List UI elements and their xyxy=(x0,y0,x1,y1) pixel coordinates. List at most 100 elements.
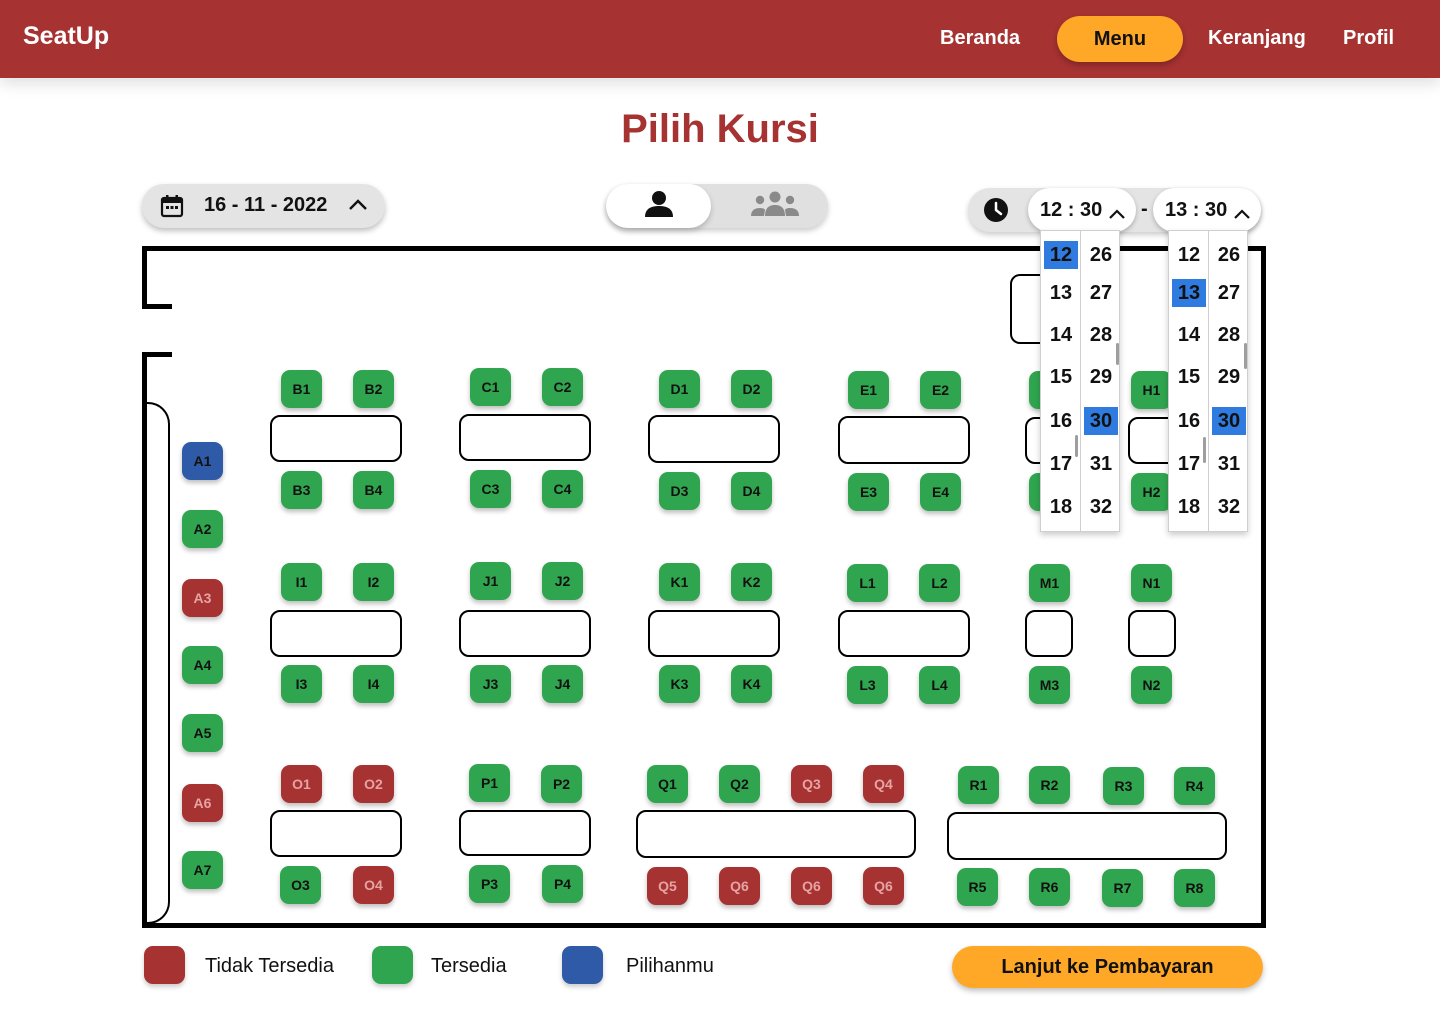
seat-m3[interactable]: M3 xyxy=(1029,666,1070,704)
seat-h1[interactable]: H1 xyxy=(1131,371,1172,409)
minute-option[interactable]: 32 xyxy=(1212,493,1246,521)
hour-option[interactable]: 14 xyxy=(1172,321,1206,349)
hour-option[interactable]: 16 xyxy=(1172,407,1206,435)
seat-j2[interactable]: J2 xyxy=(542,562,583,600)
nav-menu[interactable]: Menu xyxy=(1057,16,1183,62)
hour-option[interactable]: 18 xyxy=(1172,493,1206,521)
seat-e4[interactable]: E4 xyxy=(920,473,961,511)
seat-a6[interactable]: A6 xyxy=(182,784,223,822)
seat-l1[interactable]: L1 xyxy=(847,564,888,602)
seat-a5[interactable]: A5 xyxy=(182,714,223,752)
seat-d4[interactable]: D4 xyxy=(731,472,772,510)
start-time-dropdown[interactable]: 12 13 14 15 16 17 18 26 27 28 29 30 31 32 xyxy=(1040,230,1120,532)
seat-p2[interactable]: P2 xyxy=(541,765,582,803)
nav-profil[interactable]: Profil xyxy=(1343,27,1394,50)
seat-q2[interactable]: Q2 xyxy=(719,765,760,803)
seat-c3[interactable]: C3 xyxy=(470,470,511,508)
minute-option[interactable]: 30 xyxy=(1212,407,1246,435)
hour-column[interactable]: 12 13 14 15 16 17 18 xyxy=(1041,231,1081,531)
seat-m1[interactable]: M1 xyxy=(1029,564,1070,602)
seat-e1[interactable]: E1 xyxy=(848,371,889,409)
hour-option[interactable]: 13 xyxy=(1044,279,1078,307)
seat-a7[interactable]: A7 xyxy=(182,851,223,889)
minute-option[interactable]: 27 xyxy=(1212,279,1246,307)
minute-option[interactable]: 26 xyxy=(1212,241,1246,269)
seat-p3[interactable]: P3 xyxy=(469,865,510,903)
continue-to-payment-button[interactable]: Lanjut ke Pembayaran xyxy=(952,946,1263,988)
seat-l2[interactable]: L2 xyxy=(919,564,960,602)
minute-option[interactable]: 30 xyxy=(1084,407,1118,435)
seat-l3[interactable]: L3 xyxy=(847,666,888,704)
seat-a2[interactable]: A2 xyxy=(182,510,223,548)
seat-k3[interactable]: K3 xyxy=(659,665,700,703)
hour-option[interactable]: 16 xyxy=(1044,407,1078,435)
seat-i2[interactable]: I2 xyxy=(353,563,394,601)
seat-r8[interactable]: R8 xyxy=(1174,869,1215,907)
seat-l4[interactable]: L4 xyxy=(919,666,960,704)
seat-k4[interactable]: K4 xyxy=(731,665,772,703)
seat-r7[interactable]: R7 xyxy=(1102,869,1143,907)
seat-n2[interactable]: N2 xyxy=(1131,666,1172,704)
scrollbar[interactable] xyxy=(1075,435,1078,457)
seat-o2[interactable]: O2 xyxy=(353,765,394,803)
seat-e2[interactable]: E2 xyxy=(920,371,961,409)
hour-option[interactable]: 18 xyxy=(1044,493,1078,521)
end-time-dropdown[interactable]: 12 13 14 15 16 17 18 26 27 28 29 30 31 32 xyxy=(1168,230,1248,532)
seat-a4[interactable]: A4 xyxy=(182,646,223,684)
nav-beranda[interactable]: Beranda xyxy=(940,27,1020,50)
nav-keranjang[interactable]: Keranjang xyxy=(1208,27,1306,50)
seat-p1[interactable]: P1 xyxy=(469,764,510,802)
minute-column[interactable]: 26 27 28 29 30 31 32 xyxy=(1209,231,1247,531)
seat-q6[interactable]: Q6 xyxy=(863,867,904,905)
date-picker[interactable]: 16 - 11 - 2022 xyxy=(142,184,385,228)
minute-option[interactable]: 31 xyxy=(1212,450,1246,478)
seat-r5[interactable]: R5 xyxy=(957,868,998,906)
seat-k2[interactable]: K2 xyxy=(731,563,772,601)
hour-option[interactable]: 15 xyxy=(1044,363,1078,391)
scrollbar[interactable] xyxy=(1244,343,1247,369)
seat-r1[interactable]: R1 xyxy=(958,766,999,804)
seat-q6[interactable]: Q6 xyxy=(791,867,832,905)
seat-d1[interactable]: D1 xyxy=(659,370,700,408)
seat-q5[interactable]: Q5 xyxy=(647,867,688,905)
seat-i3[interactable]: I3 xyxy=(281,665,322,703)
minute-option[interactable]: 32 xyxy=(1084,493,1118,521)
seat-c1[interactable]: C1 xyxy=(470,368,511,406)
seat-b1[interactable]: B1 xyxy=(281,370,322,408)
hour-column[interactable]: 12 13 14 15 16 17 18 xyxy=(1169,231,1209,531)
seat-r3[interactable]: R3 xyxy=(1103,767,1144,805)
seat-r2[interactable]: R2 xyxy=(1029,766,1070,804)
hour-option[interactable]: 14 xyxy=(1044,321,1078,349)
minute-option[interactable]: 31 xyxy=(1084,450,1118,478)
seat-o1[interactable]: O1 xyxy=(281,765,322,803)
seat-o3[interactable]: O3 xyxy=(280,866,321,904)
minute-option[interactable]: 27 xyxy=(1084,279,1118,307)
seat-b4[interactable]: B4 xyxy=(353,471,394,509)
seat-b2[interactable]: B2 xyxy=(353,370,394,408)
end-time-select[interactable]: 13 : 30 xyxy=(1153,188,1261,232)
brand-logo[interactable]: SeatUp xyxy=(23,22,109,51)
seat-c2[interactable]: C2 xyxy=(542,368,583,406)
minute-option[interactable]: 29 xyxy=(1212,363,1246,391)
hour-option[interactable]: 15 xyxy=(1172,363,1206,391)
hour-option[interactable]: 13 xyxy=(1172,279,1206,307)
seat-a3[interactable]: A3 xyxy=(182,579,223,617)
toggle-single[interactable] xyxy=(606,184,711,228)
seat-c4[interactable]: C4 xyxy=(542,470,583,508)
hour-option[interactable]: 17 xyxy=(1172,450,1206,478)
seat-j3[interactable]: J3 xyxy=(470,665,511,703)
seat-j4[interactable]: J4 xyxy=(542,665,583,703)
minute-option[interactable]: 26 xyxy=(1084,241,1118,269)
seat-a1[interactable]: A1 xyxy=(182,442,223,480)
seat-i4[interactable]: I4 xyxy=(353,665,394,703)
minute-column[interactable]: 26 27 28 29 30 31 32 xyxy=(1081,231,1119,531)
minute-option[interactable]: 28 xyxy=(1212,321,1246,349)
scrollbar[interactable] xyxy=(1203,437,1206,463)
scrollbar[interactable] xyxy=(1116,343,1119,365)
seat-n1[interactable]: N1 xyxy=(1131,564,1172,602)
seat-r4[interactable]: R4 xyxy=(1174,767,1215,805)
minute-option[interactable]: 29 xyxy=(1084,363,1118,391)
seat-j1[interactable]: J1 xyxy=(470,562,511,600)
seat-e3[interactable]: E3 xyxy=(848,473,889,511)
hour-option[interactable]: 17 xyxy=(1044,450,1078,478)
